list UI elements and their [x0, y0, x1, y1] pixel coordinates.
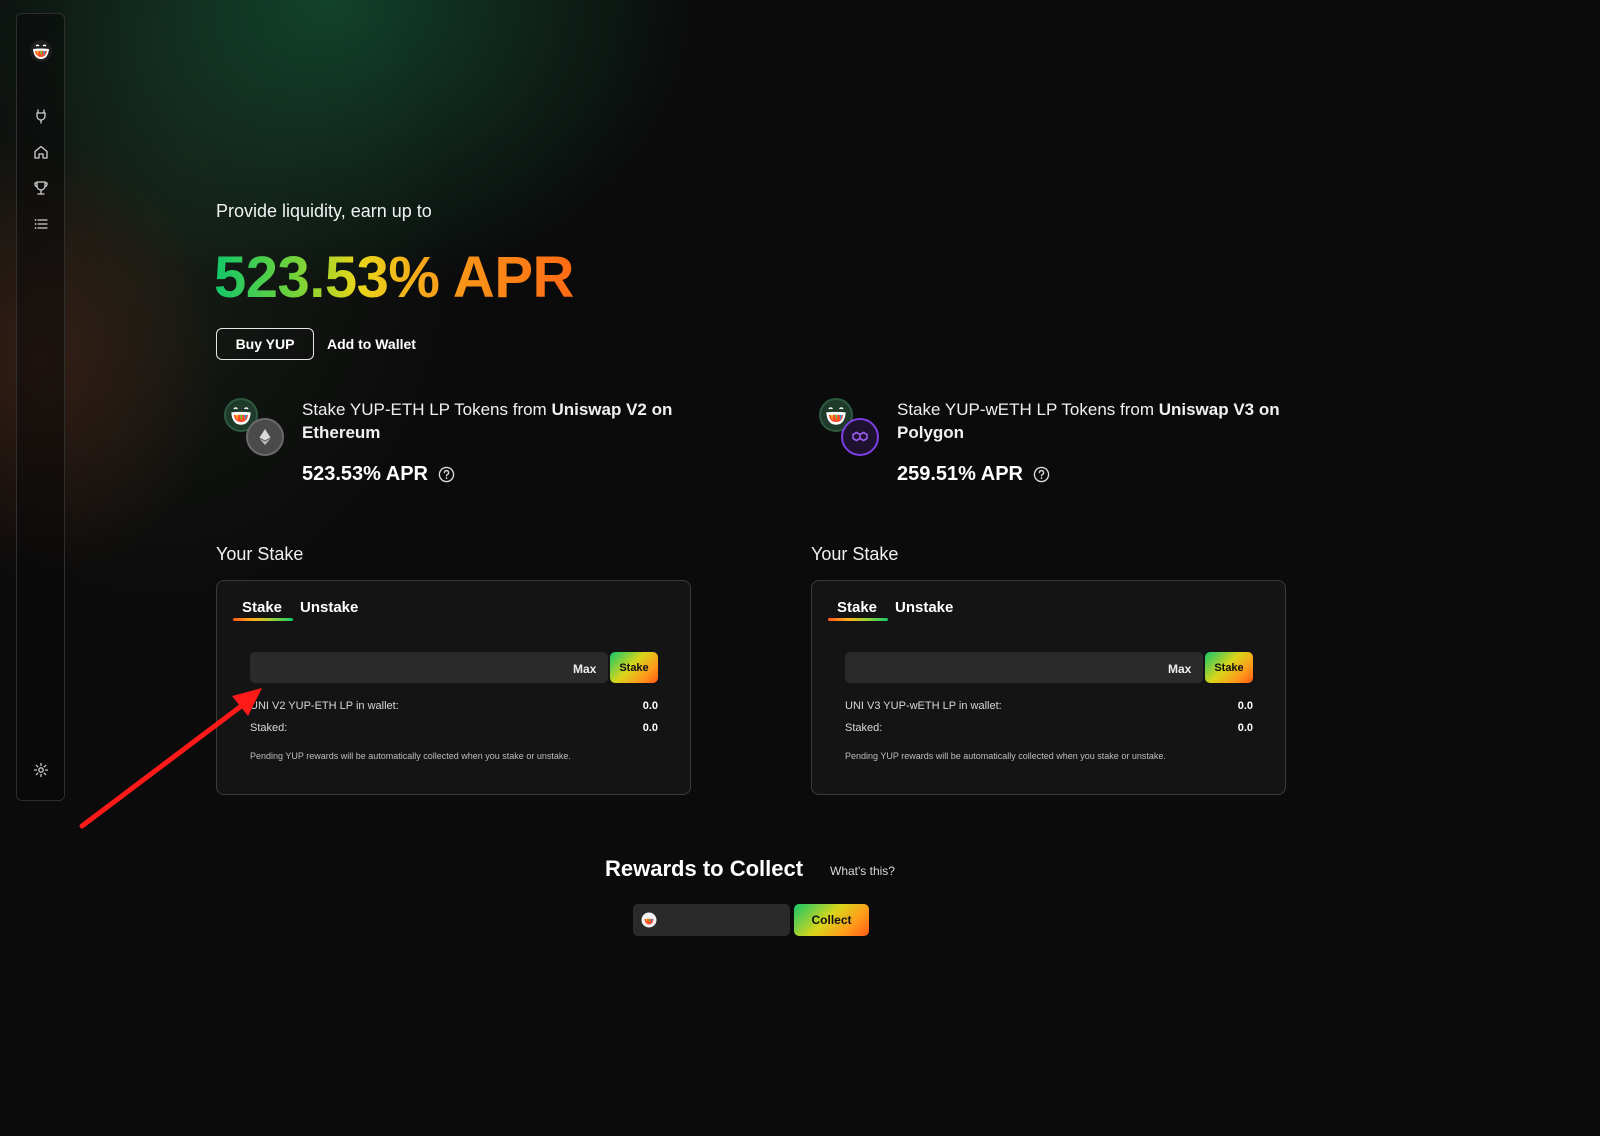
hero-apr: 523.53% APR — [214, 245, 574, 310]
help-icon[interactable] — [1033, 466, 1050, 483]
annotation-arrow — [79, 688, 262, 829]
pool-token-icons — [815, 398, 879, 458]
wallet-balance-value: 0.0 — [642, 700, 658, 712]
collect-button[interactable]: Collect — [794, 904, 869, 936]
stake-button[interactable]: Stake — [1205, 652, 1253, 683]
rewards-amount-field — [633, 904, 790, 936]
wallet-balance-label: UNI V3 YUP-wETH LP in wallet: — [845, 700, 1002, 712]
rewards-title: Rewards to Collect — [605, 856, 804, 881]
tab-unstake[interactable]: Unstake — [895, 599, 953, 616]
background-glow — [0, 0, 1600, 1136]
staked-label: Staked: — [250, 722, 288, 734]
your-stake-heading: Your Stake — [811, 544, 899, 564]
tab-stake[interactable]: Stake — [242, 599, 282, 616]
max-button[interactable]: Max — [1168, 662, 1191, 676]
staked-label: Staked: — [845, 722, 883, 734]
gear-icon[interactable] — [31, 760, 51, 780]
rewards-note: Pending YUP rewards will be automaticall… — [845, 751, 1166, 761]
rewards-note: Pending YUP rewards will be automaticall… — [250, 751, 571, 761]
stake-amount-input[interactable] — [845, 652, 1203, 683]
staked-value: 0.0 — [1237, 722, 1253, 734]
active-tab-indicator — [828, 618, 888, 621]
home-icon[interactable] — [31, 142, 51, 162]
pool-apr-value: 523.53% APR — [302, 463, 428, 485]
your-stake-heading: Your Stake — [216, 544, 304, 564]
max-button[interactable]: Max — [573, 662, 596, 676]
pool-apr-value: 259.51% APR — [897, 463, 1023, 485]
help-icon[interactable] — [438, 466, 455, 483]
stake-card-v2: Stake Unstake Max Stake UNI V2 YUP-ETH L… — [216, 580, 691, 795]
pool-apr: 523.53% APR — [302, 463, 455, 486]
pool-title: Stake YUP-ETH LP Tokens from Uniswap V2 … — [302, 400, 673, 442]
pool-token-icons — [220, 398, 284, 458]
yup-logo-icon[interactable] — [29, 39, 53, 63]
plug-icon[interactable] — [31, 106, 51, 126]
stake-button[interactable]: Stake — [610, 652, 658, 683]
pool-apr: 259.51% APR — [897, 463, 1050, 486]
ethereum-icon — [246, 418, 284, 456]
hero-subtitle: Provide liquidity, earn up to — [216, 201, 432, 221]
polygon-icon — [841, 418, 879, 456]
trophy-icon[interactable] — [31, 178, 51, 198]
stake-amount-input[interactable] — [250, 652, 608, 683]
yup-token-icon — [641, 912, 657, 928]
whats-this-link[interactable]: What's this? — [830, 864, 895, 878]
add-to-wallet-link[interactable]: Add to Wallet — [327, 336, 416, 352]
wallet-balance-label: UNI V2 YUP-ETH LP in wallet: — [250, 700, 399, 712]
tab-stake[interactable]: Stake — [837, 599, 877, 616]
active-tab-indicator — [233, 618, 293, 621]
tab-unstake[interactable]: Unstake — [300, 599, 358, 616]
buy-yup-button[interactable]: Buy YUP — [216, 328, 314, 360]
list-icon[interactable] — [31, 214, 51, 234]
staked-value: 0.0 — [642, 722, 658, 734]
pool-title: Stake YUP-wETH LP Tokens from Uniswap V3… — [897, 400, 1280, 442]
sidebar — [16, 13, 65, 801]
stake-card-v3: Stake Unstake Max Stake UNI V3 YUP-wETH … — [811, 580, 1286, 795]
wallet-balance-value: 0.0 — [1237, 700, 1253, 712]
